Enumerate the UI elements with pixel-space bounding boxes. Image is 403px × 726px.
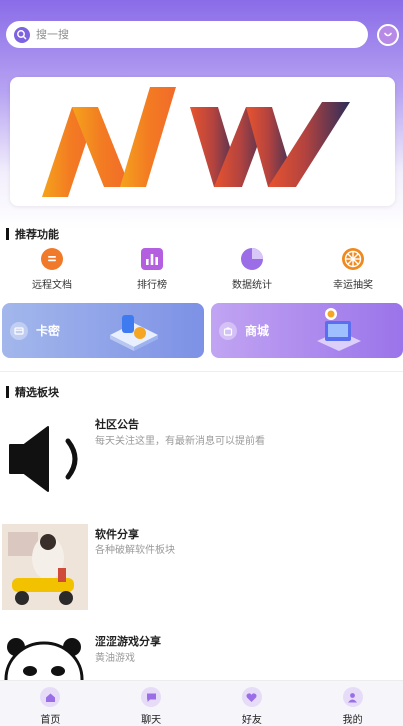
post-thumbnail (2, 524, 88, 610)
search-bar[interactable] (6, 21, 368, 48)
tab-label: 我的 (342, 715, 363, 726)
tab-label: 聊天 (141, 715, 162, 726)
panda-thumbnail (2, 633, 88, 680)
scooter-image (2, 524, 88, 610)
feature-label: 数据统计 (232, 280, 272, 291)
bag-icon (219, 321, 237, 340)
post-title: 涩涩游戏分享 (95, 635, 161, 648)
feature-label: 幸运抽奖 (333, 280, 373, 291)
tab-friends[interactable]: 好友 (202, 681, 303, 726)
wheel-icon (342, 248, 364, 270)
feature-lucky-draw[interactable]: 幸运抽奖 (313, 248, 393, 291)
section-title-text: 精选板块 (15, 386, 59, 399)
section-bar (6, 228, 9, 240)
feature-statistics[interactable]: 数据统计 (212, 248, 292, 291)
search-icon (14, 26, 30, 43)
post-desc: 各种破解软件板块 (95, 545, 175, 556)
bottom-tab-bar: 首页 聊天 好友 我的 (0, 680, 403, 726)
user-icon (342, 687, 363, 707)
card-icon (10, 321, 28, 340)
section-title-featured: 精选板块 (6, 384, 59, 400)
feature-ranking[interactable]: 排行榜 (112, 248, 192, 291)
tab-label: 首页 (40, 715, 61, 726)
card-illustration-icon (317, 308, 361, 351)
card-illustration-icon (110, 315, 158, 351)
post-desc: 每天关注这里，有最新消息可以提前看 (95, 436, 265, 447)
bar-chart-icon (141, 248, 163, 270)
card-label: 卡密 (36, 324, 61, 338)
list-item[interactable]: 涩涩游戏分享 黄油游戏 (0, 630, 403, 680)
section-title-recommended: 推荐功能 (6, 226, 59, 242)
divider (0, 371, 403, 372)
card-mall[interactable]: 商城 (211, 303, 403, 358)
banner-logo (42, 87, 350, 197)
document-icon (41, 248, 63, 270)
list-item[interactable]: 软件分享 各种破解软件板块 (0, 521, 403, 621)
list-item[interactable]: 社区公告 每天关注这里，有最新消息可以提前看 (0, 412, 403, 512)
tab-me[interactable]: 我的 (302, 681, 403, 726)
tab-home[interactable]: 首页 (0, 681, 101, 726)
post-title: 软件分享 (95, 528, 139, 541)
panda-meme-image (4, 638, 84, 680)
home-icon (40, 687, 61, 707)
card-kami[interactable]: 卡密 (2, 303, 204, 358)
chat-icon (141, 687, 162, 707)
heart-icon (241, 687, 262, 707)
banner[interactable] (10, 77, 395, 206)
tab-label: 好友 (241, 715, 262, 726)
speaker-thumbnail (2, 415, 88, 501)
search-input[interactable] (36, 28, 336, 41)
section-bar (6, 386, 9, 398)
post-desc: 黄油游戏 (95, 653, 135, 664)
smile-icon (384, 32, 392, 37)
speaker-icon (9, 426, 78, 492)
card-label: 商城 (245, 324, 270, 338)
feature-label: 排行榜 (137, 280, 167, 291)
section-title-text: 推荐功能 (15, 228, 59, 241)
tab-chat[interactable]: 聊天 (101, 681, 202, 726)
user-avatar-button[interactable] (377, 24, 399, 46)
feature-label: 远程文档 (32, 280, 72, 291)
post-title: 社区公告 (95, 418, 139, 431)
pie-chart-icon (241, 248, 263, 270)
feature-remote-docs[interactable]: 远程文档 (12, 248, 92, 291)
